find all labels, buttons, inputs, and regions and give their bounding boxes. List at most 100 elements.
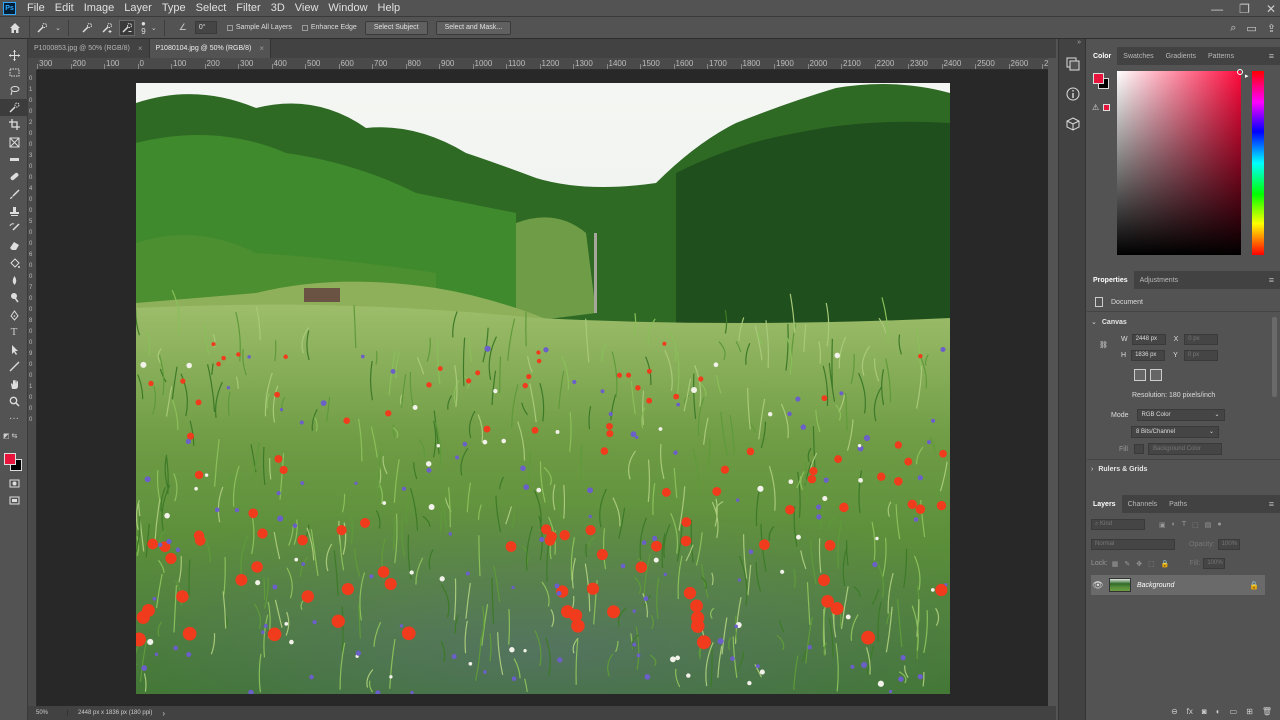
menu-filter[interactable]: Filter (231, 2, 265, 14)
info-panel-icon[interactable] (1059, 79, 1087, 109)
color-panel-icon[interactable] (1059, 49, 1087, 79)
tab-p1000853[interactable]: P1000853.jpg @ 50% (RGB/8) × (28, 39, 150, 58)
new-selection-icon[interactable] (79, 20, 95, 36)
layer-style-icon[interactable]: fx (1187, 707, 1193, 716)
kind-filter-select[interactable]: ⌕ Kind (1091, 519, 1145, 530)
quick-selection-preset-icon[interactable] (34, 20, 50, 36)
collapse-icon[interactable]: » (1059, 39, 1085, 49)
select-subject-button[interactable]: Select Subject (364, 20, 428, 35)
link-layers-icon[interactable]: ⊖ (1171, 707, 1178, 716)
height-input[interactable]: 1836 px (1131, 350, 1166, 361)
crop-tool-icon[interactable] (0, 116, 28, 133)
close-button[interactable]: ✕ (1266, 2, 1276, 16)
color-picker-marker[interactable] (1237, 69, 1243, 75)
panel-menu-icon[interactable]: ≡ (1269, 499, 1274, 509)
hue-slider[interactable] (1252, 71, 1264, 255)
blur-tool-icon[interactable] (0, 272, 28, 289)
tab-p1080104[interactable]: P1080104.jpg @ 50% (RGB/8) × (149, 39, 271, 58)
fill-select[interactable]: Background Color (1147, 443, 1222, 455)
saturation-value-field[interactable] (1117, 71, 1241, 255)
workspace-icon[interactable]: ▭ (1246, 22, 1256, 35)
eraser-tool-icon[interactable] (0, 237, 28, 254)
filter-pixel-icon[interactable]: ▣ (1159, 521, 1166, 529)
history-brush-tool-icon[interactable] (0, 220, 28, 237)
hand-tool-icon[interactable] (0, 376, 28, 393)
new-group-icon[interactable]: ▭ (1230, 707, 1238, 716)
tab-properties[interactable]: Properties (1087, 271, 1134, 289)
canvas-area[interactable] (37, 70, 1048, 706)
color-chip[interactable] (0, 447, 28, 475)
pen-tool-icon[interactable] (0, 306, 28, 323)
tab-color[interactable]: Color (1087, 47, 1118, 65)
lock-icon[interactable]: 🔒 (1249, 581, 1259, 590)
type-tool-icon[interactable]: T (0, 324, 28, 341)
menu-help[interactable]: Help (373, 2, 406, 14)
landscape-orientation-icon[interactable] (1150, 369, 1162, 381)
subtract-from-selection-icon[interactable] (119, 19, 135, 36)
panel-menu-icon[interactable]: ≡ (1269, 51, 1274, 61)
document-image[interactable] (136, 83, 950, 694)
chevron-down-icon[interactable]: ⌄ (54, 20, 62, 36)
enhance-edge-checkbox[interactable]: Enhance Edge (301, 24, 357, 31)
tab-swatches[interactable]: Swatches (1117, 47, 1159, 65)
menu-view[interactable]: View (290, 2, 324, 14)
tab-adjustments[interactable]: Adjustments (1134, 271, 1185, 289)
screen-mode-icon[interactable] (0, 492, 28, 509)
menu-image[interactable]: Image (79, 2, 120, 14)
foreground-color-swatch[interactable] (1093, 73, 1104, 84)
menu-edit[interactable]: Edit (50, 2, 79, 14)
filter-type-icon[interactable]: T (1182, 521, 1186, 528)
link-icon[interactable]: ⛓ (1099, 341, 1108, 349)
blend-mode-select[interactable]: Normal (1091, 539, 1175, 550)
sample-all-layers-checkbox[interactable]: Sample All Layers (226, 24, 292, 31)
line-tool-icon[interactable] (0, 358, 28, 375)
eyedropper-tool-icon[interactable] (0, 151, 28, 168)
share-icon[interactable]: ⇪ (1267, 22, 1276, 35)
brush-tool-icon[interactable] (0, 185, 28, 202)
hue-slider-marker-icon[interactable]: ▸ (1245, 72, 1249, 80)
zoom-tool-icon[interactable] (0, 393, 28, 410)
lock-transparency-icon[interactable]: ▦ (1112, 560, 1119, 568)
menu-file[interactable]: File (22, 2, 50, 14)
new-layer-icon[interactable]: ⊞ (1246, 707, 1253, 716)
more-tools-icon[interactable]: ··· (0, 410, 28, 427)
fill-input[interactable]: 100% (1203, 558, 1226, 569)
ruler-corner[interactable] (28, 58, 37, 70)
lock-artboard-icon[interactable]: ⬚ (1148, 560, 1155, 568)
healing-brush-tool-icon[interactable] (0, 168, 28, 185)
minimize-button[interactable]: — (1211, 2, 1223, 16)
add-mask-icon[interactable]: ◙ (1202, 707, 1207, 716)
marquee-tool-icon[interactable] (0, 64, 28, 81)
path-selection-tool-icon[interactable] (0, 341, 28, 358)
visibility-eye-icon[interactable]: 👁 (1091, 580, 1105, 591)
lasso-tool-icon[interactable] (0, 82, 28, 99)
quick-mask-icon[interactable] (0, 475, 28, 492)
dodge-tool-icon[interactable] (0, 289, 28, 306)
filter-adjustment-icon[interactable]: ◐ (1172, 521, 1176, 528)
adjustment-layer-icon[interactable]: ◐ (1216, 707, 1221, 716)
fill-swatch[interactable] (1133, 444, 1144, 454)
foreground-color-swatch[interactable] (4, 452, 16, 465)
close-icon[interactable]: × (138, 44, 143, 53)
gamut-color-swatch[interactable] (1103, 104, 1110, 111)
filter-shape-icon[interactable]: ⬚ (1192, 521, 1199, 529)
restore-button[interactable]: ❐ (1239, 2, 1250, 16)
select-and-mask-button[interactable]: Select and Mask... (435, 20, 512, 35)
width-input[interactable]: 2448 px (1131, 334, 1166, 345)
lock-position-icon[interactable]: ✥ (1136, 560, 1142, 568)
bit-depth-select[interactable]: 8 Bits/Channel ⌄ (1131, 426, 1219, 438)
default-colors-icon[interactable]: ◩ ⇆ (0, 428, 28, 445)
horizontal-ruler[interactable]: 300 200 100 0 100 200 300 400 500 600 700 800 900 100… (37, 58, 1048, 70)
panel-grip[interactable] (0, 39, 27, 47)
tab-paths[interactable]: Paths (1163, 495, 1193, 513)
angle-input[interactable]: 0° (194, 21, 217, 34)
3d-panel-icon[interactable] (1059, 109, 1087, 139)
chevron-down-icon[interactable]: ⌄ (150, 20, 158, 36)
tab-layers[interactable]: Layers (1087, 495, 1122, 513)
zoom-level[interactable]: 50% (28, 710, 68, 716)
quick-selection-tool-icon[interactable] (0, 98, 28, 117)
tab-patterns[interactable]: Patterns (1202, 47, 1240, 65)
x-input[interactable]: 0 px (1184, 334, 1219, 345)
tab-gradients[interactable]: Gradients (1160, 47, 1202, 65)
layer-row-background[interactable]: 👁 Background 🔒 (1091, 575, 1265, 595)
